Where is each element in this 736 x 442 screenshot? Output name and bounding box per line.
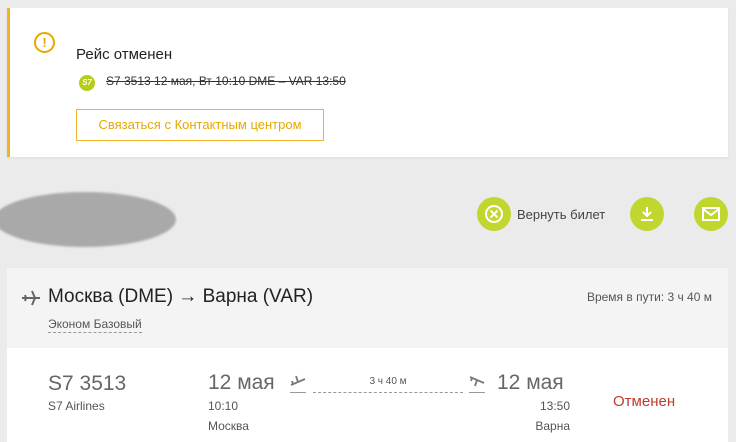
contact-center-button[interactable]: Связаться с Контактным центром (76, 109, 324, 141)
cancelled-flight-info: S7 3513 12 мая, Вт 10:10 DME – VAR 13:50 (106, 74, 346, 88)
warning-icon: ! (34, 32, 55, 53)
fare-class-link[interactable]: Эконом Базовый (48, 317, 142, 333)
flight-number: S7 3513 (48, 372, 127, 395)
redacted-passenger-name (0, 192, 176, 247)
route-line-dashed (313, 392, 463, 393)
route-line-left (290, 392, 306, 393)
email-button[interactable] (694, 197, 728, 231)
landing-icon (469, 376, 485, 387)
route-line-right (469, 392, 485, 393)
alert-title: Рейс отменен (76, 46, 173, 63)
cancel-circle-icon (477, 197, 511, 231)
arrival-city: Варна (535, 419, 570, 433)
route-title: Москва (DME) → Варна (VAR) (48, 286, 314, 307)
departure-date: 12 мая (208, 371, 275, 394)
departure-city: Москва (208, 419, 249, 433)
download-icon (630, 197, 664, 231)
flight-segment: S7 3513 S7 Airlines 12 мая 10:10 Москва … (7, 348, 728, 442)
airline-name: S7 Airlines (48, 399, 105, 413)
arrival-time: 13:50 (539, 399, 570, 413)
status-badge: Отменен (613, 393, 676, 410)
refund-ticket-button[interactable]: Вернуть билет (477, 197, 605, 231)
plane-icon (22, 290, 40, 306)
takeoff-icon (290, 375, 306, 386)
download-button[interactable] (630, 197, 664, 231)
mail-icon (694, 197, 728, 231)
flight-cancelled-alert: ! Рейс отменен S7 S7 3513 12 мая, Вт 10:… (7, 8, 728, 157)
s7-logo-icon: S7 (79, 75, 95, 91)
departure-time: 10:10 (208, 399, 239, 413)
segment-duration: 3 ч 40 м (369, 376, 407, 387)
total-duration: Время в пути: 3 ч 40 м (586, 290, 712, 304)
refund-ticket-label: Вернуть билет (517, 206, 606, 222)
arrival-date: 12 мая (497, 371, 564, 394)
